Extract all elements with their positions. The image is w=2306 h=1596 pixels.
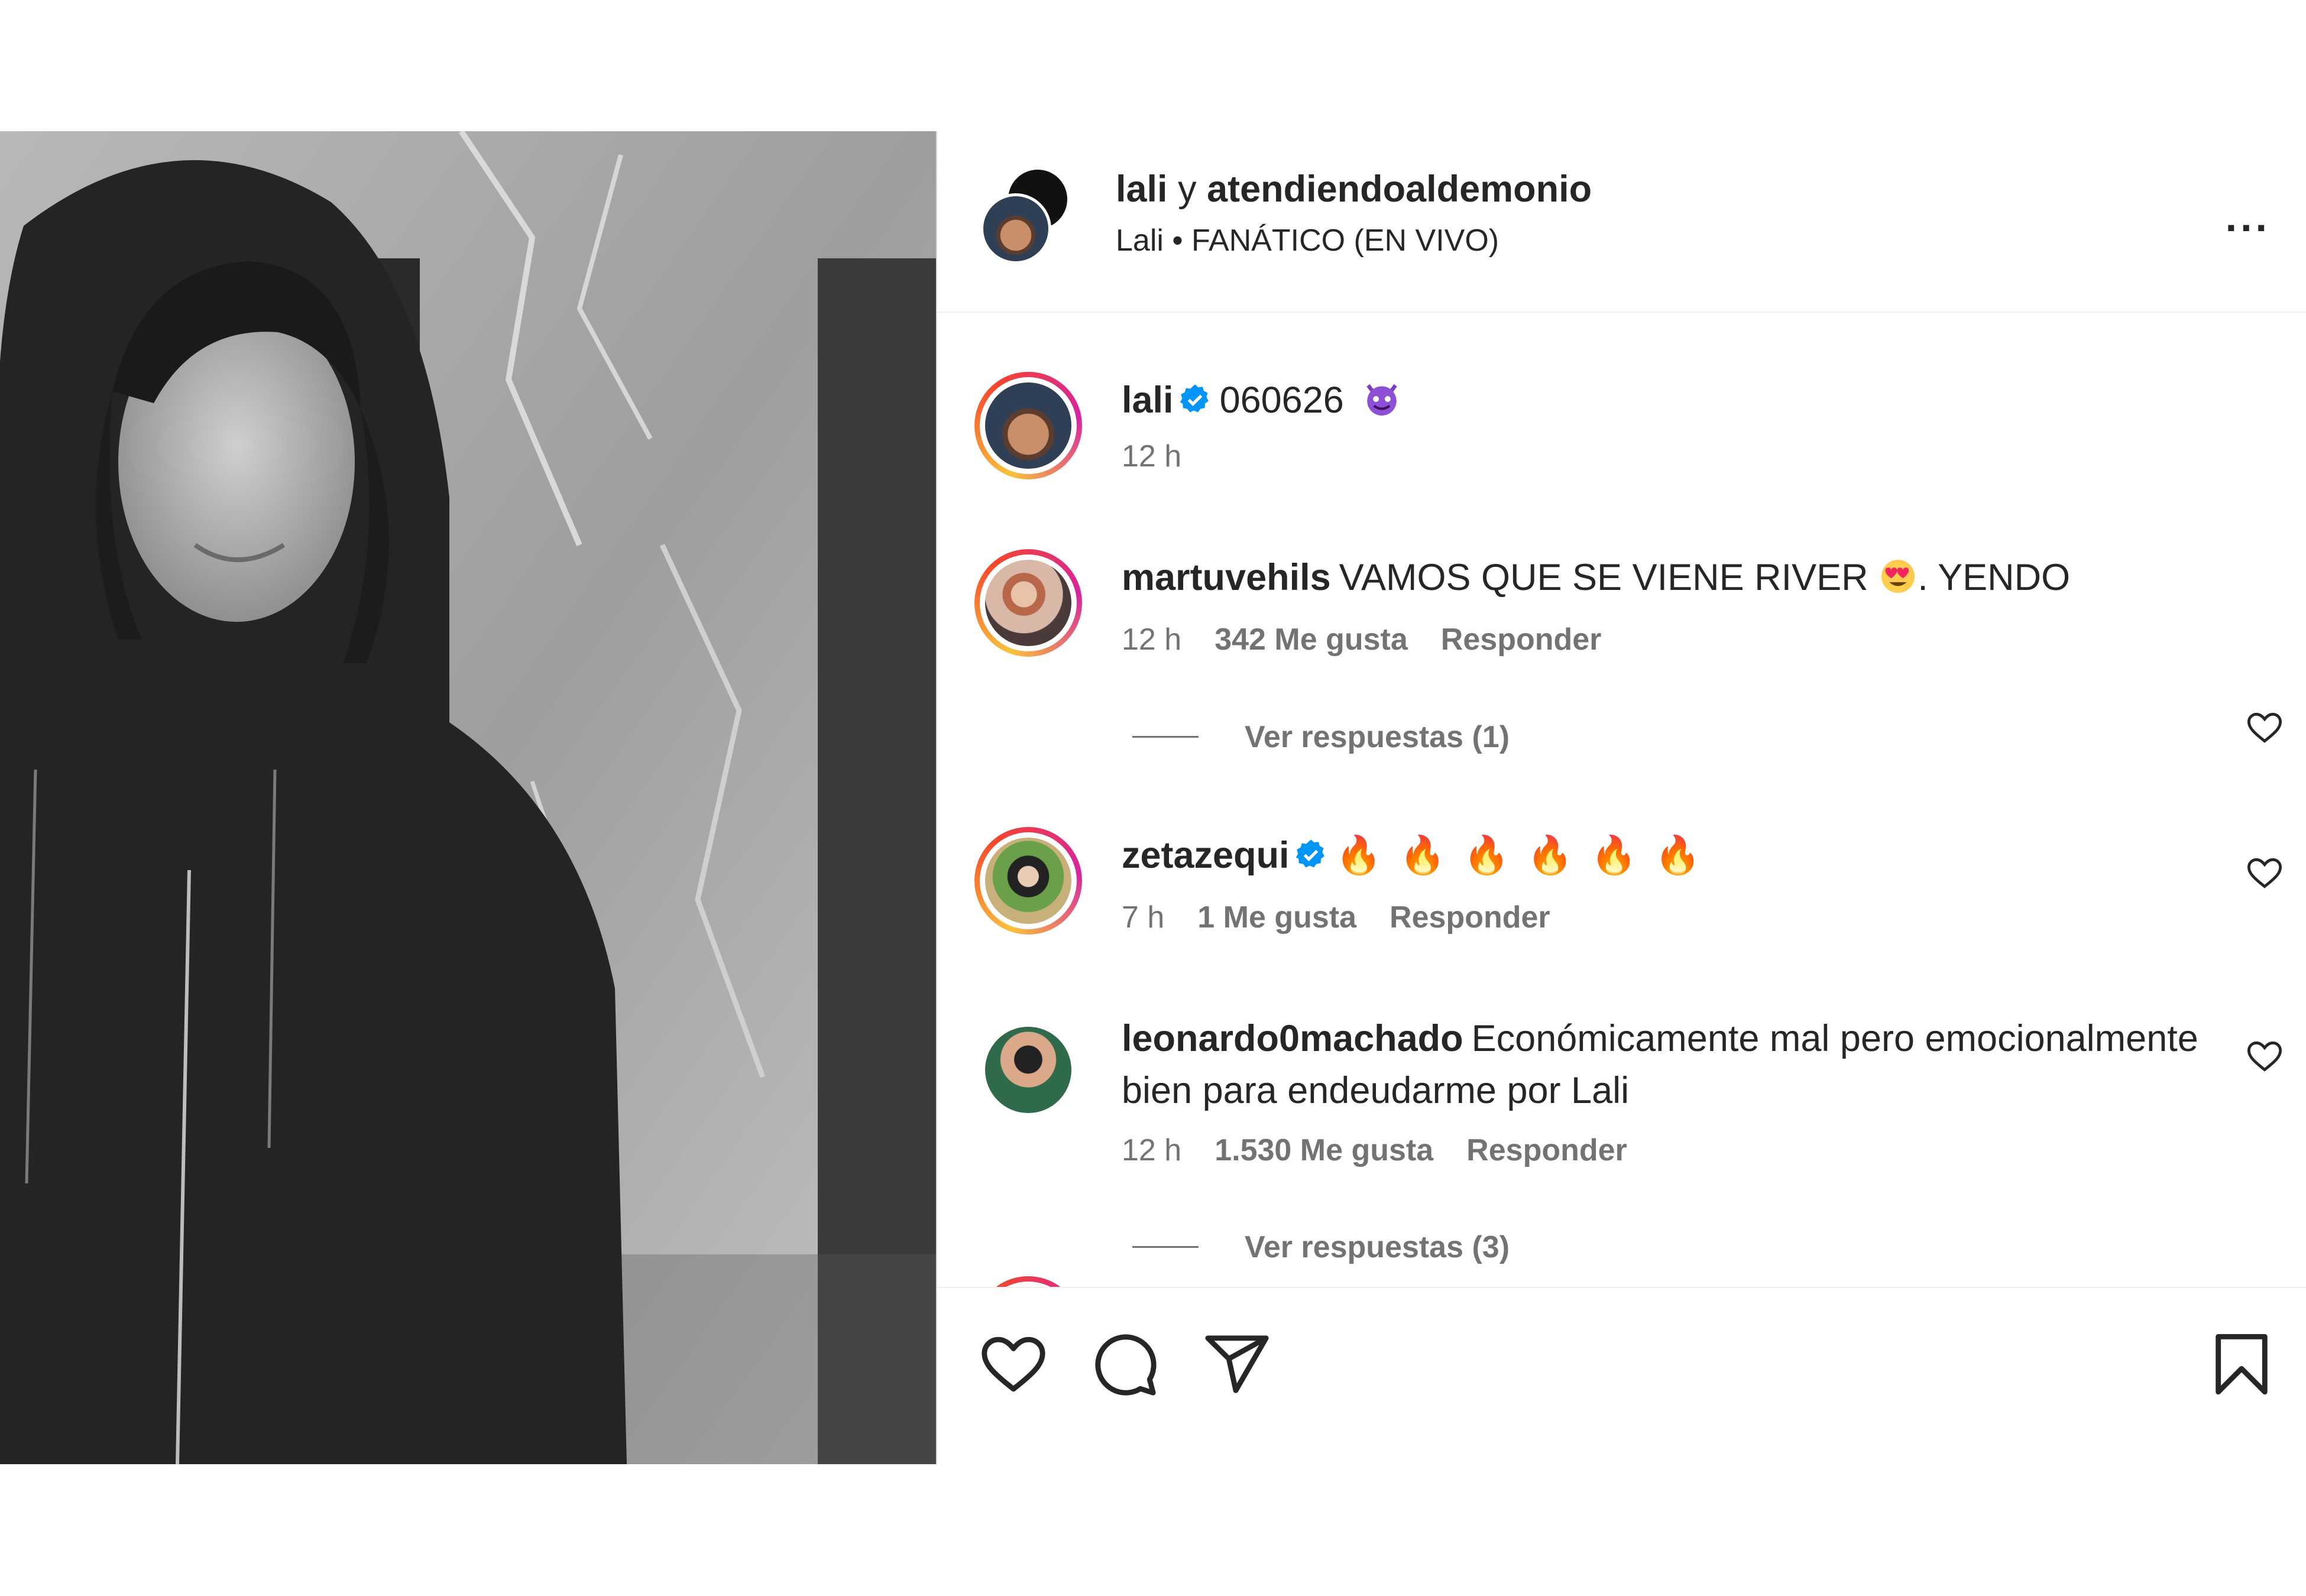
heart-icon[interactable] xyxy=(979,1329,1048,1399)
post-photo xyxy=(0,131,936,1464)
smiling-devil-icon xyxy=(1366,384,1398,416)
comment-username[interactable]: martuvehils xyxy=(1122,557,1331,598)
comment-avatar[interactable] xyxy=(974,549,1082,657)
replies-divider xyxy=(1132,736,1199,738)
post-detail-panel: lali y atendiendoaldemonio Lali • FANÁTI… xyxy=(936,131,2306,1464)
comment-avatar-partial[interactable] xyxy=(974,1276,1082,1287)
paper-plane-icon[interactable] xyxy=(1202,1329,1272,1399)
comment-meta: 12 h 1.530 Me gusta Responder xyxy=(1122,1131,1660,1170)
comments-list[interactable]: lali 060626 12 h martuvehils VAMOS QUE SE … xyxy=(937,313,2306,1287)
more-options-button[interactable]: ... xyxy=(2226,196,2271,238)
comment-body: 🔥 🔥 🔥 🔥 🔥 🔥 xyxy=(1335,835,1705,876)
comment-like-heart-icon[interactable] xyxy=(2246,1037,2284,1075)
comment-time[interactable]: 7 h xyxy=(1122,900,1164,935)
reply-button[interactable]: Responder xyxy=(1390,900,1550,935)
comment-time[interactable]: 12 h xyxy=(1122,1133,1181,1167)
author-username[interactable]: lali xyxy=(1116,168,1168,210)
post-authors: lali y atendiendoaldemonio xyxy=(1116,166,1592,213)
replies-divider xyxy=(1132,1246,1199,1248)
comment-body-end: . YENDO xyxy=(1918,557,2071,598)
comment-text: zetazequi 🔥 🔥 🔥 🔥 🔥 🔥 xyxy=(1122,829,2217,881)
view-replies-button[interactable]: Ver respuestas (1) xyxy=(1132,718,1510,757)
caption-body: 060626 xyxy=(1219,379,1344,421)
view-replies-label: Ver respuestas (1) xyxy=(1245,720,1510,754)
comment-avatar[interactable] xyxy=(974,1016,1082,1124)
comment-icon[interactable] xyxy=(1090,1329,1160,1399)
comment-username[interactable]: zetazequi xyxy=(1122,835,1290,876)
verified-badge-icon xyxy=(1295,839,1324,868)
author-avatar[interactable] xyxy=(980,193,1051,264)
caption-username[interactable]: lali xyxy=(1122,379,1174,421)
verified-badge-icon xyxy=(1180,384,1209,413)
comment-likes[interactable]: 1.530 Me gusta xyxy=(1214,1133,1433,1167)
comment-meta: 12 h 342 Me gusta Responder xyxy=(1122,620,1634,659)
comment-avatar[interactable] xyxy=(974,827,1082,935)
post-header: lali y atendiendoaldemonio Lali • FANÁTI… xyxy=(937,131,2306,313)
comment-like-heart-icon[interactable] xyxy=(2246,709,2284,747)
bookmark-icon[interactable] xyxy=(2207,1329,2276,1399)
audio-subtitle[interactable]: Lali • FANÁTICO (EN VIVO) xyxy=(1116,221,1499,260)
caption-avatar[interactable] xyxy=(974,372,1082,479)
comment-likes[interactable]: 342 Me gusta xyxy=(1214,622,1408,657)
post-image[interactable] xyxy=(0,131,936,1464)
coauthor-username[interactable]: atendiendoaldemonio xyxy=(1207,168,1592,210)
comment-time[interactable]: 12 h xyxy=(1122,622,1181,657)
view-replies-button[interactable]: Ver respuestas (3) xyxy=(1132,1228,1510,1267)
post-action-bar xyxy=(937,1287,2306,1464)
caption-meta: 12 h xyxy=(1122,437,1214,476)
coauthor-avatars[interactable] xyxy=(980,167,1081,267)
view-replies-label: Ver respuestas (3) xyxy=(1245,1230,1510,1264)
heart-eyes-icon xyxy=(1881,559,1915,593)
reply-button[interactable]: Responder xyxy=(1441,622,1602,657)
comment-text: leonardo0machado Económicamente mal pero … xyxy=(1122,1013,2217,1117)
caption-time[interactable]: 12 h xyxy=(1122,439,1181,473)
comment-text: martuvehils VAMOS QUE SE VIENE RIVER . YE… xyxy=(1122,552,2217,604)
comment-like-heart-icon[interactable] xyxy=(2246,854,2284,892)
comment-likes[interactable]: 1 Me gusta xyxy=(1197,900,1356,935)
comment-username[interactable]: leonardo0machado xyxy=(1122,1018,1463,1059)
comment-meta: 7 h 1 Me gusta Responder xyxy=(1122,898,1583,937)
caption-text: lali 060626 xyxy=(1122,374,2217,426)
authors-connector: y xyxy=(1178,168,1197,210)
reply-button[interactable]: Responder xyxy=(1466,1133,1627,1167)
comment-body: VAMOS QUE SE VIENE RIVER xyxy=(1339,557,1868,598)
